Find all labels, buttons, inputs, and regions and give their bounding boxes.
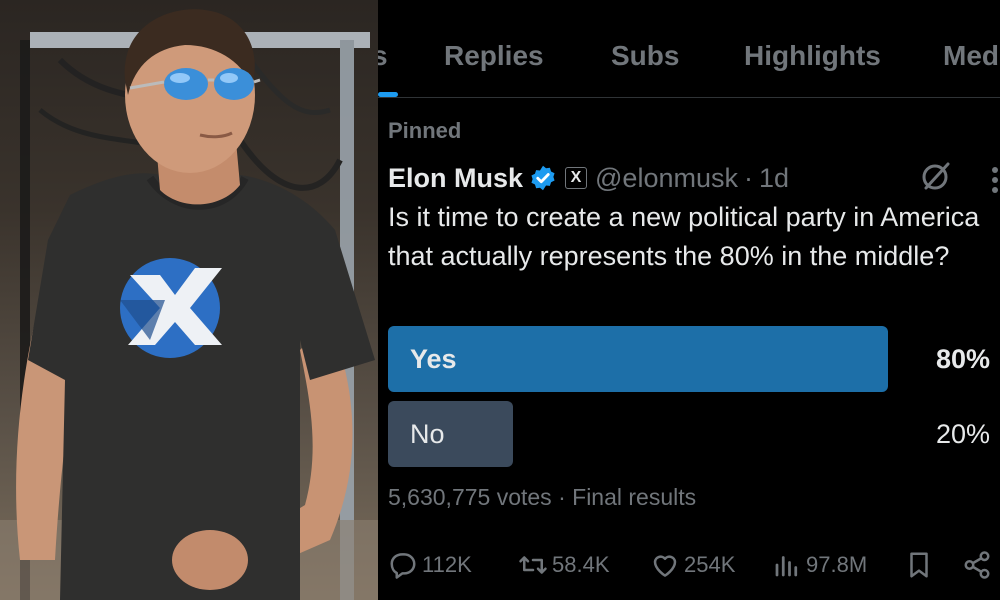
tab-subs[interactable]: Subs [611,40,679,72]
poll-bar-no [388,401,513,467]
profile-photo [0,0,378,600]
tab-posts[interactable]: s [378,40,388,72]
separator-dot: · [743,162,753,193]
poll-option-percent: 80% [935,344,990,374]
repost-icon [519,556,547,574]
repost-button[interactable]: 58.4K [518,545,610,585]
poll-option-percent: 20% [935,419,990,449]
poll-option-label: No [410,419,445,449]
poll-results-meta: 5,630,775 votes · Final results [388,484,696,511]
reply-button[interactable]: 112K [388,545,472,585]
reply-count: 112K [422,552,472,577]
author-handle[interactable]: @elonmusk [595,163,738,194]
poll-option-no: No 20% [388,401,990,467]
heart-icon [653,555,677,577]
tab-media[interactable]: Med [943,40,999,72]
poll-status: Final results [572,484,697,510]
like-button[interactable]: 254K [650,545,735,585]
reply-icon [390,553,416,579]
x-affiliation-badge: X [565,167,588,189]
more-dots-icon[interactable] [990,166,1000,194]
tweet-panel: s Replies Subs Highlights Med Pinned Elo… [378,0,1000,600]
tweet-text: Is it time to create a new political par… [388,202,980,271]
verified-badge-icon [531,165,555,191]
poll-option-yes: Yes 80% [388,326,990,392]
author-name[interactable]: Elon Musk [388,163,523,194]
grok-icon[interactable] [918,158,954,194]
shirt-x-logo [120,258,222,358]
photo-illustration [0,9,378,600]
views-chart-icon [775,556,798,577]
poll-vote-count: 5,630,775 votes [388,484,552,510]
tab-highlights[interactable]: Highlights [744,40,881,72]
separator-dot: · [558,484,566,510]
share-button[interactable] [962,545,996,585]
tweet-header: Elon Musk X @elonmusk · 1d [388,160,789,196]
tweet-actions: 112K 58.4K 254K 97.8M [378,545,1000,585]
share-icon [964,551,990,579]
pinned-label: Pinned [388,118,462,143]
poll-option-label: Yes [410,344,457,374]
views-count: 97.8M [806,552,868,577]
views-button[interactable]: 97.8M [772,545,867,585]
like-count: 254K [684,552,736,577]
tweet-age[interactable]: 1d [759,163,789,194]
bookmark-icon [910,552,928,578]
profile-tabs: s Replies Subs Highlights Med [378,0,1000,98]
poll-bar-yes [388,326,888,392]
tab-replies[interactable]: Replies [444,40,544,72]
bookmark-button[interactable] [904,545,938,585]
tab-active-indicator [378,92,398,97]
repost-count: 58.4K [552,552,610,577]
